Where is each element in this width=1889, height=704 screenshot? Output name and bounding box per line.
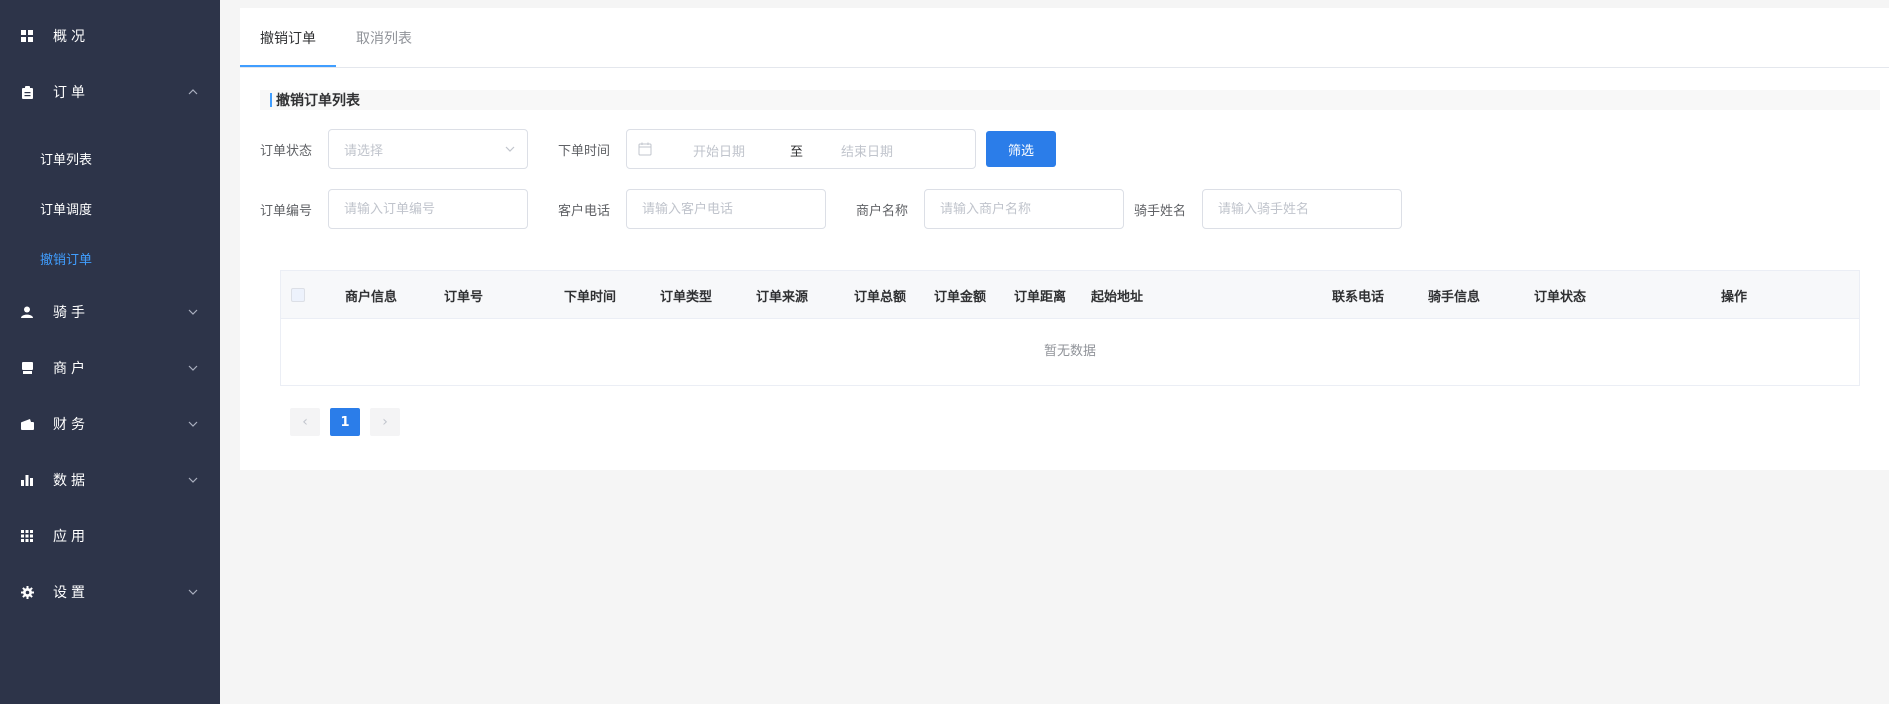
customer-phone-label: 客户电话 (558, 204, 611, 219)
sidebar-item-label: 概况 (53, 29, 89, 45)
sidebar-item-label: 商户 (53, 361, 89, 377)
column-header: 订单类型 (660, 290, 713, 305)
order-status-select[interactable]: 请选择 (328, 129, 528, 169)
column-header: 商户信息 (345, 290, 398, 305)
merchant-name-label: 商户名称 (856, 204, 909, 219)
user-icon (20, 305, 34, 319)
gear-icon (20, 585, 34, 599)
order-time-label: 下单时间 (558, 144, 611, 159)
orders-table: 商户信息 订单号 下单时间 订单类型 订单来源 订单总额 订单金额 订单距离 起… (280, 270, 1860, 386)
sidebar-subitem-order-dispatch[interactable]: 订单调度 (40, 193, 92, 223)
column-header: 起始地址 (1091, 290, 1144, 305)
order-status-label: 订单状态 (260, 144, 313, 159)
order-no-field[interactable] (328, 189, 528, 229)
sidebar-item-label: 数据 (53, 473, 89, 489)
chevron-down-icon (505, 146, 515, 152)
wallet-icon (20, 417, 34, 431)
range-separator: 至 (790, 145, 804, 160)
chevron-down-icon (188, 365, 198, 371)
sidebar-item-merchants[interactable]: 商户 (0, 348, 220, 388)
tab-cancel-order[interactable]: 撤销订单 (260, 28, 316, 48)
section-header: 撤销订单列表 (260, 90, 1880, 110)
sidebar-item-label: 订单 (53, 85, 89, 101)
column-header: 联系电话 (1332, 290, 1385, 305)
sidebar-subitem-cancel-order[interactable]: 撤销订单 (40, 243, 92, 273)
dashboard-icon (20, 29, 34, 43)
section-title: 撤销订单列表 (276, 93, 360, 109)
calendar-icon (638, 142, 652, 156)
column-header: 订单距离 (1014, 290, 1067, 305)
filter-button[interactable]: 筛选 (986, 131, 1056, 167)
order-no-input[interactable] (344, 201, 527, 217)
grid-icon (20, 529, 34, 543)
sidebar-item-data[interactable]: 数据 (0, 460, 220, 500)
bar-chart-icon (20, 473, 34, 487)
sidebar-item-overview[interactable]: 概况 (0, 16, 220, 56)
section-accent-bar (270, 93, 272, 107)
sidebar-item-settings[interactable]: 设置 (0, 572, 220, 612)
chevron-down-icon (188, 477, 198, 483)
empty-state-text: 暂无数据 (1043, 343, 1096, 359)
column-header: 操作 (1721, 290, 1748, 305)
sidebar-item-label: 财务 (53, 417, 89, 433)
order-status-placeholder: 请选择 (344, 143, 384, 159)
column-header: 订单总额 (854, 290, 907, 305)
column-header: 下单时间 (564, 290, 617, 305)
clipboard-icon (20, 85, 34, 99)
column-header: 订单号 (444, 290, 484, 305)
order-time-range-picker[interactable]: 开始日期 至 结束日期 (626, 129, 976, 169)
column-header: 订单状态 (1534, 290, 1587, 305)
rider-name-field[interactable] (1202, 189, 1402, 229)
chevron-down-icon (188, 589, 198, 595)
customer-phone-input[interactable] (642, 201, 825, 217)
chevron-down-icon (188, 309, 198, 315)
select-all-checkbox[interactable] (291, 288, 305, 302)
column-header: 订单金额 (934, 290, 987, 305)
sidebar-item-label: 设置 (53, 585, 89, 601)
active-tab-indicator (240, 65, 336, 67)
sidebar-item-label: 骑手 (53, 305, 89, 321)
rider-name-label: 骑手姓名 (1134, 204, 1187, 219)
sidebar-item-riders[interactable]: 骑手 (0, 292, 220, 332)
order-no-label: 订单编号 (260, 204, 313, 219)
chevron-right-icon: › (382, 414, 388, 430)
column-header: 骑手信息 (1428, 290, 1481, 305)
rider-name-input[interactable] (1218, 201, 1401, 217)
merchant-name-input[interactable] (940, 201, 1123, 217)
chevron-up-icon (188, 89, 198, 95)
merchant-name-field[interactable] (924, 189, 1124, 229)
tab-cancel-list[interactable]: 取消列表 (356, 28, 412, 48)
sidebar-subitem-order-list[interactable]: 订单列表 (40, 143, 92, 173)
page-number-1[interactable]: 1 (330, 408, 360, 436)
table-header: 商户信息 订单号 下单时间 订单类型 订单来源 订单总额 订单金额 订单距离 起… (281, 271, 1859, 319)
customer-phone-field[interactable] (626, 189, 826, 229)
prev-page-button[interactable]: ‹ (290, 408, 320, 436)
start-date-input[interactable]: 开始日期 (693, 141, 745, 160)
main-card: 撤销订单 取消列表 撤销订单列表 订单状态 请选择 下单时间 开始日期 至 结束… (240, 8, 1889, 470)
sidebar-item-apps[interactable]: 应用 (0, 516, 220, 556)
sidebar-item-orders[interactable]: 订单 (0, 72, 220, 112)
next-page-button[interactable]: › (370, 408, 400, 436)
chevron-down-icon (188, 421, 198, 427)
chevron-left-icon: ‹ (302, 414, 308, 430)
tab-bar: 撤销订单 取消列表 (240, 8, 1889, 68)
store-icon (20, 361, 34, 375)
sidebar-item-label: 应用 (53, 529, 89, 545)
column-header: 订单来源 (756, 290, 809, 305)
end-date-input[interactable]: 结束日期 (841, 141, 893, 160)
sidebar: 概况 订单 订单列表 订单调度 撤销订单 骑手 商户 财务 数据 应用 设置 (0, 0, 220, 704)
sidebar-item-finance[interactable]: 财务 (0, 404, 220, 444)
